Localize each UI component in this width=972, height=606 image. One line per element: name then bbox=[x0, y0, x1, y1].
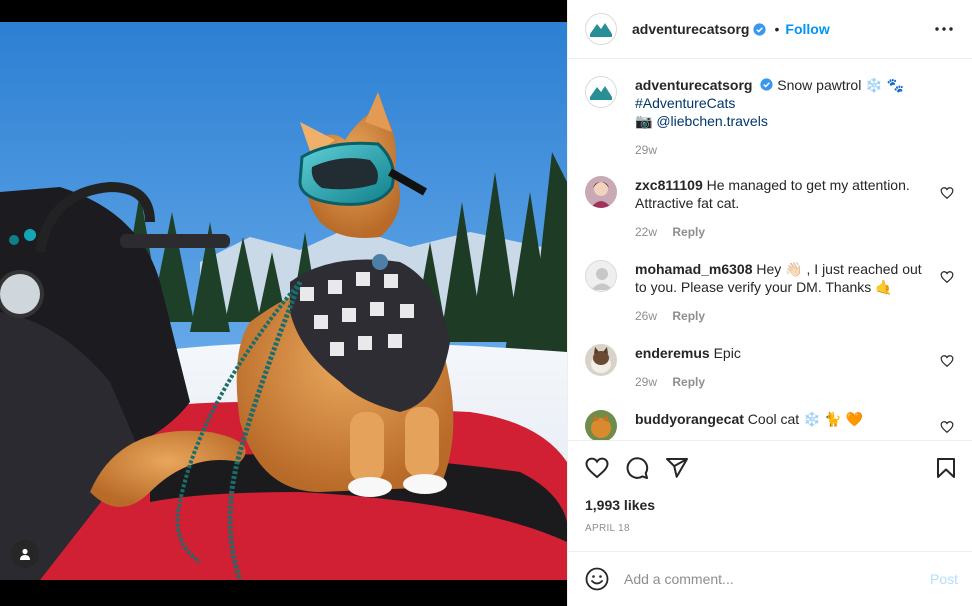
commenter-avatar[interactable] bbox=[585, 410, 617, 440]
comment-meta: 22w Reply bbox=[635, 225, 935, 239]
hashtag-link[interactable]: #AdventureCats bbox=[635, 95, 735, 111]
comment-body: buddyorangecat Cool cat ❄️ 🐈 🧡 bbox=[635, 410, 935, 428]
comment-like-heart-icon[interactable] bbox=[940, 270, 954, 284]
post-date: APRIL 18 bbox=[585, 523, 630, 534]
caption-avatar[interactable] bbox=[585, 76, 617, 108]
post-comment-button[interactable]: Post bbox=[930, 571, 958, 587]
user-tag-button[interactable] bbox=[11, 540, 39, 568]
comment-body: zxc811109 He managed to get my attention… bbox=[635, 176, 935, 239]
reply-button[interactable]: Reply bbox=[672, 375, 705, 389]
share-icon[interactable] bbox=[665, 456, 689, 480]
comment-body: enderemus Epic 29w Reply bbox=[635, 344, 935, 389]
emoji-icon[interactable] bbox=[585, 567, 609, 591]
more-options-button[interactable] bbox=[933, 18, 955, 40]
comments-list[interactable]: adventurecatsorg Snow pawtrol ❄️ 🐾 #Adve… bbox=[568, 59, 972, 440]
separator-dot: • bbox=[774, 21, 780, 37]
caption-emoji: ❄️ 🐾 bbox=[865, 77, 904, 93]
camera-emoji: 📷 bbox=[635, 113, 653, 129]
comment-text: Epic bbox=[713, 345, 741, 361]
author-avatar[interactable] bbox=[585, 13, 617, 45]
caption-meta: 29w bbox=[635, 143, 935, 157]
commenter-avatar[interactable] bbox=[585, 176, 617, 208]
comment-age: 26w bbox=[635, 309, 658, 323]
comment-like-heart-icon[interactable] bbox=[940, 420, 954, 434]
verified-badge-icon bbox=[760, 78, 773, 91]
post-photo[interactable] bbox=[0, 22, 567, 580]
post-header: adventurecatsorg • Follow bbox=[568, 0, 972, 59]
comment-age: 22w bbox=[635, 225, 658, 239]
brand-logo-icon bbox=[590, 23, 612, 37]
comment-username[interactable]: mohamad_m6308 bbox=[635, 261, 753, 277]
post-actions: 1,993 likes APRIL 18 bbox=[568, 440, 972, 551]
likes-count[interactable]: 1,993 likes bbox=[585, 497, 655, 513]
comment-body: mohamad_m6308 Hey 👋🏻 , I just reached ou… bbox=[635, 260, 935, 323]
reply-button[interactable]: Reply bbox=[672, 309, 705, 323]
comment-username[interactable]: buddyorangecat bbox=[635, 411, 744, 427]
follow-button[interactable]: Follow bbox=[785, 21, 829, 37]
comment-age: 29w bbox=[635, 375, 658, 389]
bookmark-icon[interactable] bbox=[934, 456, 958, 480]
commenter-avatar[interactable] bbox=[585, 344, 617, 376]
comment-username[interactable]: zxc811109 bbox=[635, 177, 703, 193]
default-avatar-icon bbox=[591, 268, 613, 290]
commenter-avatar[interactable] bbox=[585, 260, 617, 292]
comment-like-heart-icon[interactable] bbox=[940, 186, 954, 200]
caption-text: Snow pawtrol bbox=[777, 77, 862, 93]
comment-like-heart-icon[interactable] bbox=[940, 354, 954, 368]
comment-username[interactable]: enderemus bbox=[635, 345, 710, 361]
comment-meta: 26w Reply bbox=[635, 309, 935, 323]
reply-button[interactable]: Reply bbox=[672, 225, 705, 239]
more-options-icon bbox=[935, 27, 953, 31]
comment-icon[interactable] bbox=[625, 456, 649, 480]
comment-composer: Post bbox=[568, 551, 972, 606]
avatar-image bbox=[585, 410, 617, 440]
avatar-image bbox=[585, 176, 617, 208]
caption-age: 29w bbox=[635, 143, 658, 157]
post-panel: adventurecatsorg • Follow adventurecatso… bbox=[567, 0, 972, 606]
comment-text: Cool cat ❄️ 🐈 🧡 bbox=[747, 411, 864, 427]
comment-meta: 29w Reply bbox=[635, 375, 935, 389]
verified-badge-icon bbox=[753, 22, 767, 36]
author-username[interactable]: adventurecatsorg bbox=[632, 21, 749, 37]
comment-input[interactable] bbox=[624, 568, 904, 590]
photo-panel bbox=[0, 0, 567, 606]
caption-username[interactable]: adventurecatsorg bbox=[635, 77, 752, 93]
heart-icon[interactable] bbox=[585, 456, 609, 480]
post-image bbox=[0, 22, 567, 580]
credit-mention-link[interactable]: @liebchen.travels bbox=[656, 113, 768, 129]
avatar-image bbox=[585, 344, 617, 376]
caption-body: adventurecatsorg Snow pawtrol ❄️ 🐾 #Adve… bbox=[635, 76, 935, 157]
brand-logo-icon bbox=[590, 86, 612, 100]
user-tag-icon bbox=[20, 548, 30, 560]
